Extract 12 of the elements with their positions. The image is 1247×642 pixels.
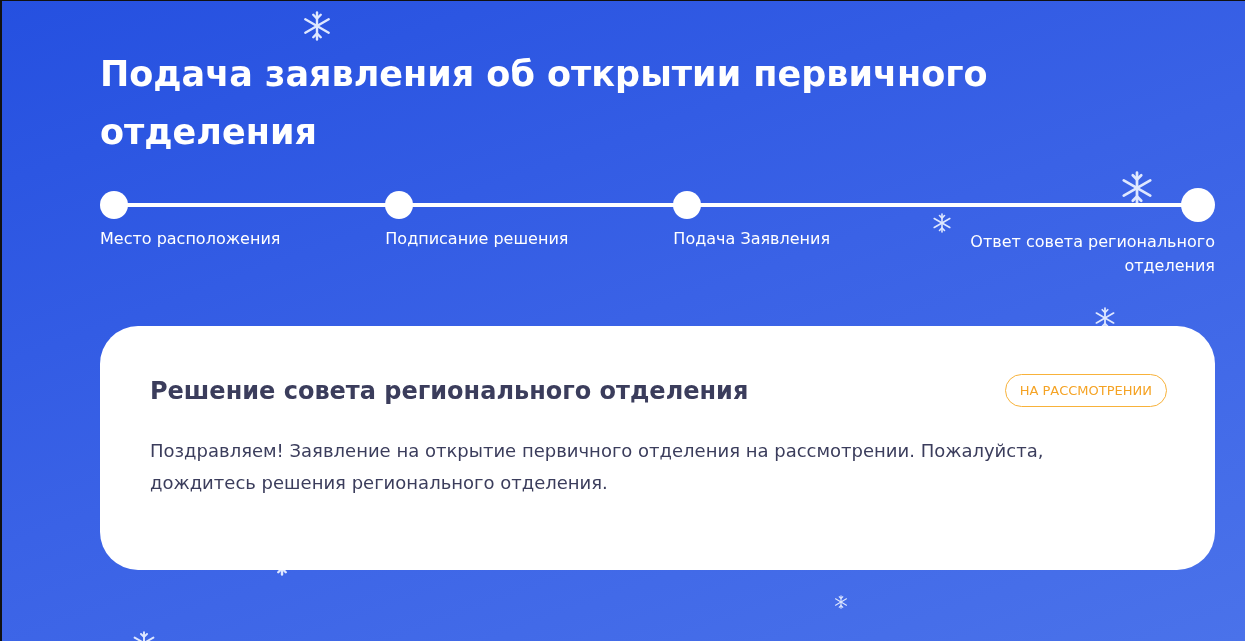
card-message: Поздравляем! Заявление на открытие первичного отделения на рассмотрении. Пожалуйста, дождитесь решения регионального отделения. bbox=[150, 439, 1045, 495]
step-label: Место расположения bbox=[100, 228, 281, 250]
snowflake-icon bbox=[302, 11, 332, 41]
step-label: Подписание решения bbox=[385, 228, 569, 250]
snowflake-icon bbox=[932, 213, 952, 233]
snowflake-icon bbox=[1094, 307, 1116, 329]
step-label: Ответ совета регионального отделения bbox=[969, 231, 1215, 277]
step-label: Подача Заявления bbox=[673, 228, 831, 250]
snowflake-icon bbox=[834, 595, 848, 609]
page-title: Подача заявления об открытии первичного отделения bbox=[100, 53, 989, 154]
snowflake-icon bbox=[1120, 171, 1154, 205]
card-title: Решение совета регионального отделения bbox=[150, 376, 749, 405]
